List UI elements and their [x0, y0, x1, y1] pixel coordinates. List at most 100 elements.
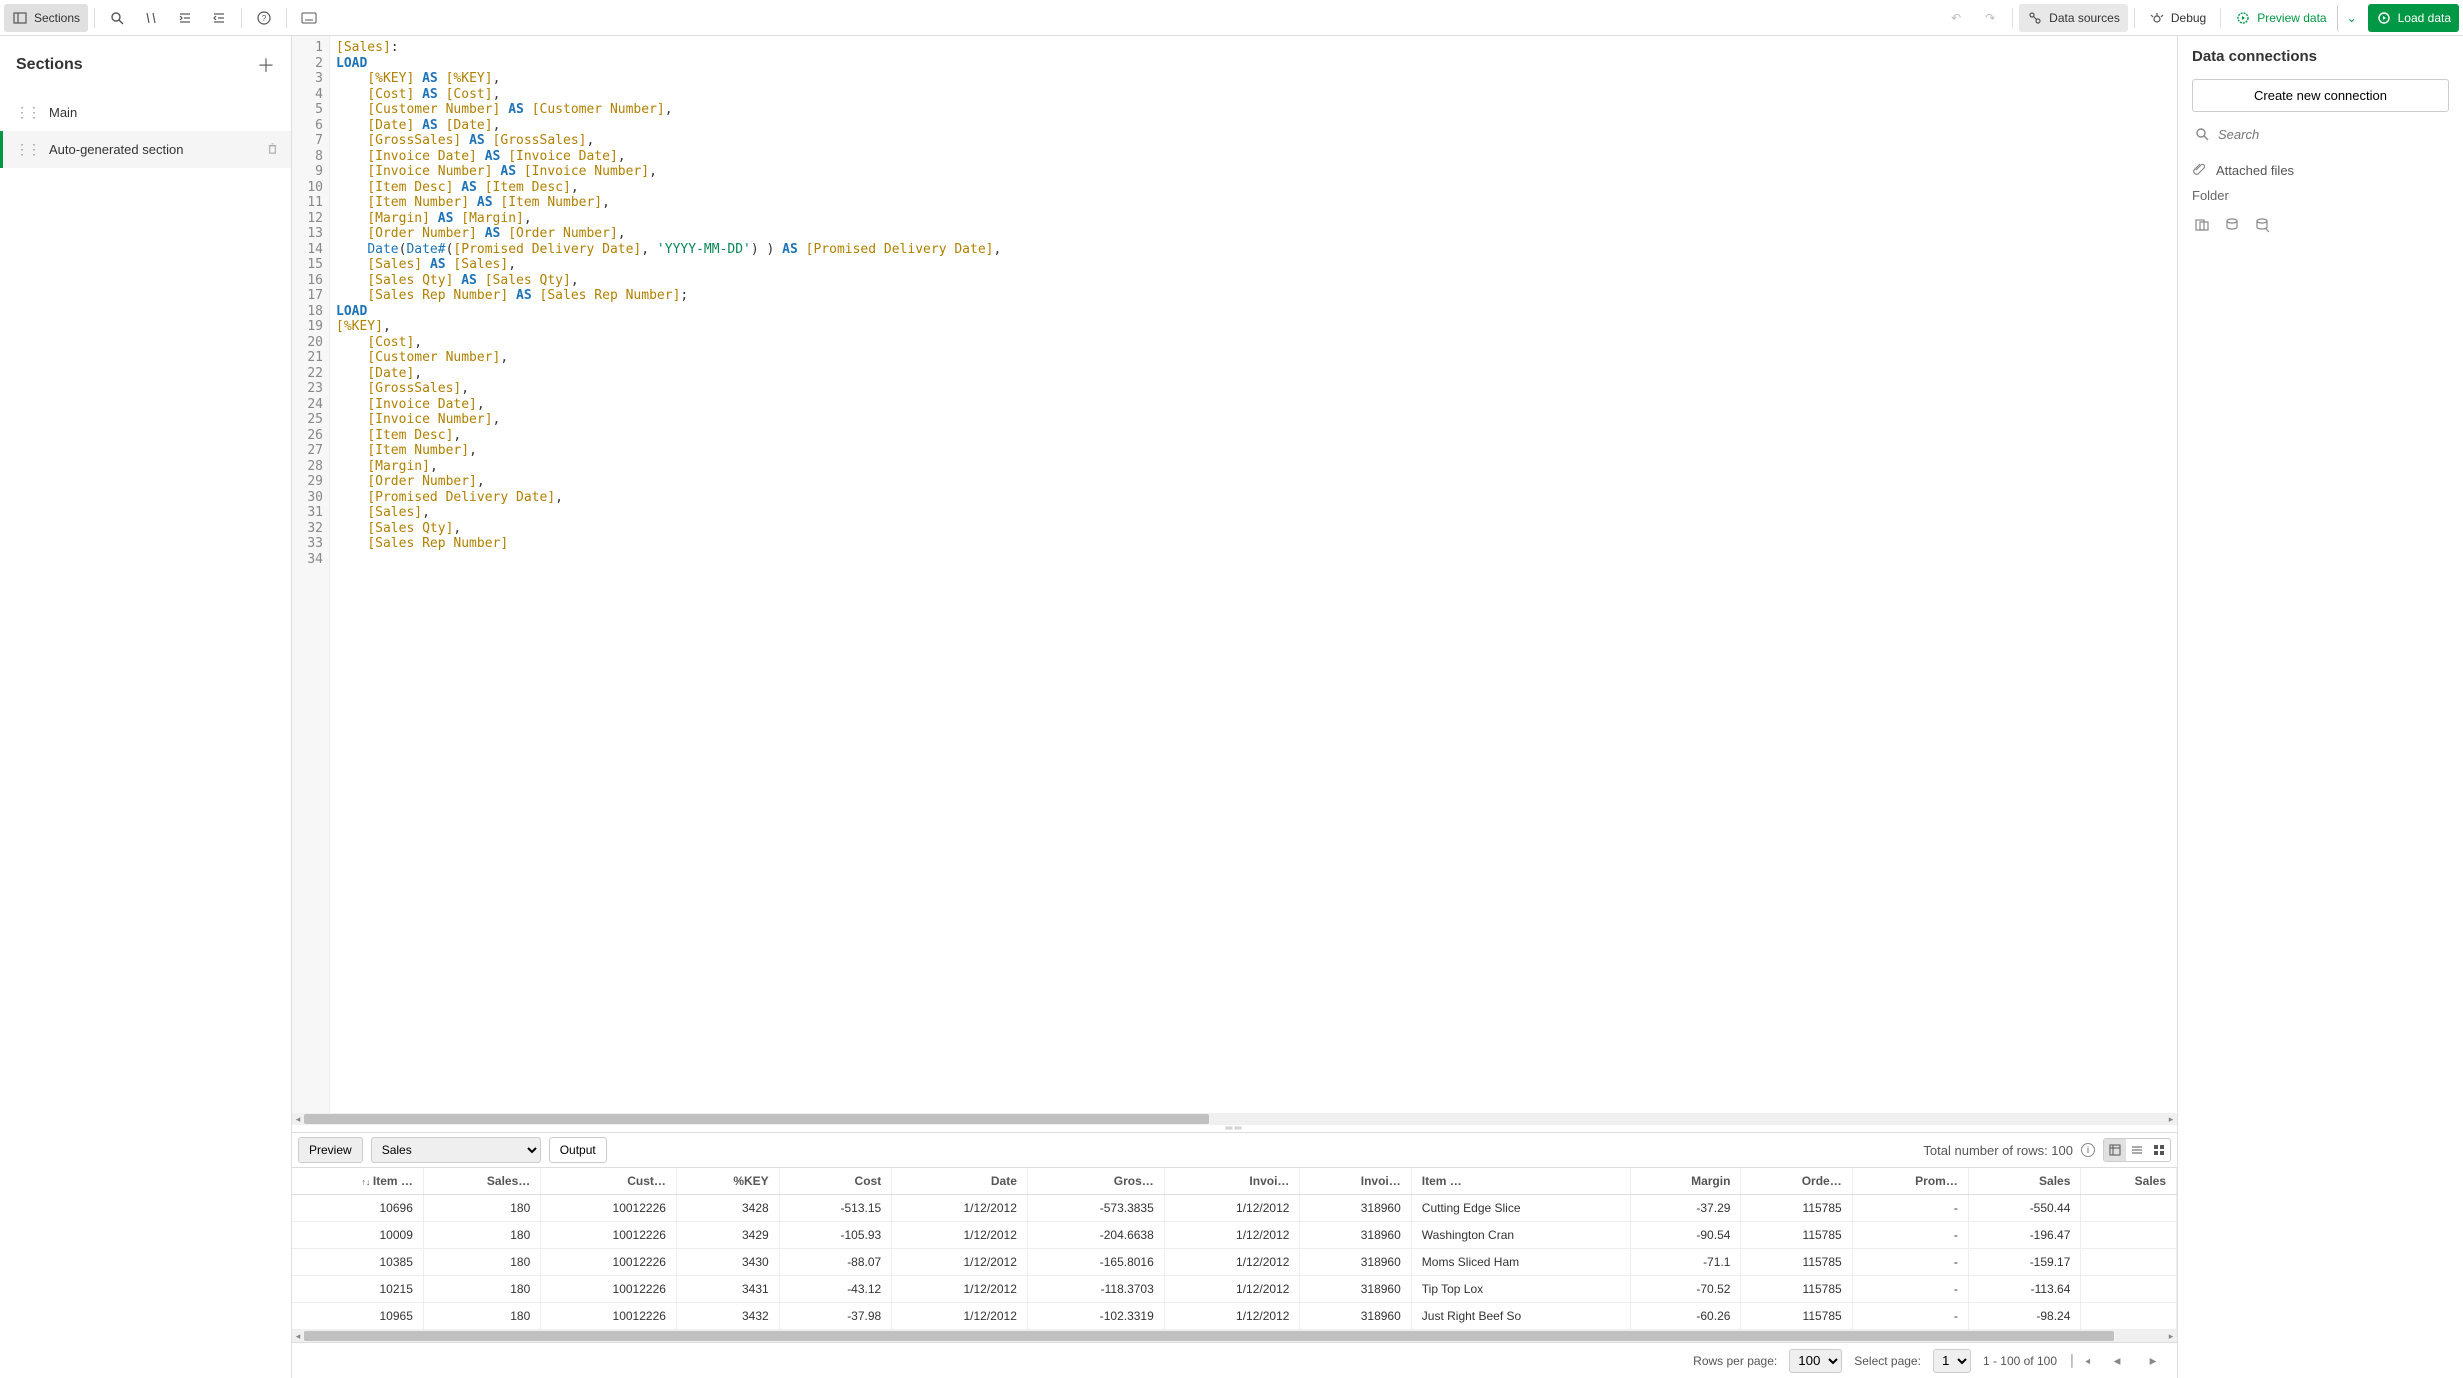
divider: [241, 8, 242, 28]
table-row[interactable]: 10215180100122263431-43.121/12/2012-118.…: [292, 1276, 2177, 1303]
redo-icon: ↷: [1982, 10, 1998, 26]
redo-button[interactable]: ↷: [1974, 4, 2006, 32]
edit-connection-icon[interactable]: [2254, 217, 2270, 233]
keyboard-button[interactable]: [293, 4, 325, 32]
page-range-label: 1 - 100 of 100: [1983, 1354, 2057, 1368]
help-icon: ?: [256, 10, 272, 26]
section-item-auto[interactable]: ⋮⋮ Auto-generated section: [0, 131, 291, 168]
load-data-button[interactable]: Load data: [2368, 4, 2459, 32]
select-data-icon[interactable]: [2194, 217, 2210, 233]
view-mode-toggle: [2103, 1138, 2171, 1162]
column-header[interactable]: Cust…: [541, 1168, 677, 1195]
undo-icon: ↶: [1948, 10, 1964, 26]
help-button[interactable]: ?: [248, 4, 280, 32]
sections-title: Sections: [16, 56, 83, 74]
column-header[interactable]: Orde…: [1741, 1168, 1852, 1195]
column-header[interactable]: %KEY: [676, 1168, 779, 1195]
resize-handle[interactable]: ══: [292, 1125, 2177, 1132]
table-row[interactable]: 10009180100122263429-105.931/12/2012-204…: [292, 1222, 2177, 1249]
column-header[interactable]: Invoi…: [1164, 1168, 1300, 1195]
bug-icon: [2149, 10, 2165, 26]
center-panel: 1234567891011121314151617181920212223242…: [292, 36, 2177, 1378]
comment-button[interactable]: [135, 4, 167, 32]
debug-label: Debug: [2171, 11, 2206, 25]
scrollbar-thumb[interactable]: [304, 1331, 2114, 1341]
preview-data-dropdown[interactable]: ⌄: [2337, 4, 2366, 32]
outdent-button[interactable]: [203, 4, 235, 32]
code-area[interactable]: [Sales]:LOAD [%KEY] AS [%KEY], [Cost] AS…: [330, 36, 2177, 1113]
table-scrollbar-h[interactable]: ◂ ▸: [292, 1330, 2177, 1342]
column-header[interactable]: Sales…: [423, 1168, 540, 1195]
column-header[interactable]: Margin: [1631, 1168, 1741, 1195]
delete-section-button[interactable]: [266, 142, 279, 158]
column-header[interactable]: Cost: [779, 1168, 892, 1195]
table-row[interactable]: 10965180100122263432-37.981/12/2012-102.…: [292, 1303, 2177, 1330]
divider: [2220, 8, 2221, 28]
scroll-right-icon[interactable]: ▸: [2165, 1113, 2177, 1125]
first-page-button[interactable]: ⎸◂: [2069, 1349, 2093, 1373]
search-icon: [2194, 126, 2210, 142]
divider: [2134, 8, 2135, 28]
section-label: Main: [49, 105, 77, 120]
top-toolbar: Sections ? ↶ ↷ Data sources Debug Previe…: [0, 0, 2463, 36]
next-page-button[interactable]: ▸: [2141, 1349, 2165, 1373]
outdent-icon: [211, 10, 227, 26]
column-header[interactable]: Gros…: [1027, 1168, 1164, 1195]
column-header[interactable]: Sales: [2081, 1168, 2177, 1195]
output-tab-button[interactable]: Output: [549, 1137, 607, 1163]
scroll-right-icon[interactable]: ▸: [2165, 1330, 2177, 1342]
sections-panel: Sections ＋ ⋮⋮ Main ⋮⋮ Auto-generated sec…: [0, 36, 292, 1378]
page-select[interactable]: 1: [1933, 1349, 1971, 1373]
info-icon[interactable]: i: [2081, 1143, 2095, 1157]
panel-left-icon: [12, 10, 28, 26]
sections-toggle-button[interactable]: Sections: [4, 4, 88, 32]
preview-tab-button[interactable]: Preview: [298, 1137, 363, 1163]
column-header[interactable]: ↑↓ Item …: [292, 1168, 423, 1195]
undo-button[interactable]: ↶: [1940, 4, 1972, 32]
load-data-label: Load data: [2398, 11, 2451, 25]
sections-toggle-label: Sections: [34, 11, 80, 25]
preview-bar: Preview Sales Output Total number of row…: [292, 1132, 2177, 1168]
drag-handle-icon[interactable]: ⋮⋮: [15, 141, 39, 158]
table-row[interactable]: 10385180100122263430-88.071/12/2012-165.…: [292, 1249, 2177, 1276]
drag-handle-icon[interactable]: ⋮⋮: [15, 104, 39, 121]
data-table: ↑↓ Item …Sales…Cust…%KEYCostDateGros…Inv…: [292, 1168, 2177, 1330]
connection-search-input[interactable]: [2218, 127, 2447, 142]
editor-scrollbar-h[interactable]: ◂ ▸: [292, 1113, 2177, 1125]
search-icon: [109, 10, 125, 26]
add-section-button[interactable]: ＋: [257, 52, 275, 78]
rows-per-page-select[interactable]: 100: [1789, 1349, 1842, 1373]
preview-data-label: Preview data: [2257, 11, 2326, 25]
grid-view-button[interactable]: [2148, 1139, 2170, 1161]
data-sources-label: Data sources: [2049, 11, 2120, 25]
column-header[interactable]: Sales: [1968, 1168, 2081, 1195]
code-editor[interactable]: 1234567891011121314151617181920212223242…: [292, 36, 2177, 1113]
search-button[interactable]: [101, 4, 133, 32]
rows-per-page-label: Rows per page:: [1693, 1354, 1777, 1368]
scroll-left-icon[interactable]: ◂: [292, 1113, 304, 1125]
create-connection-button[interactable]: Create new connection: [2192, 79, 2449, 112]
column-header[interactable]: Item …: [1411, 1168, 1631, 1195]
data-sources-button[interactable]: Data sources: [2019, 4, 2128, 32]
table-view-button[interactable]: [2104, 1139, 2126, 1161]
connections-panel: Data connections Create new connection A…: [2177, 36, 2463, 1378]
scrollbar-thumb[interactable]: [304, 1114, 1209, 1124]
preview-icon: [2235, 10, 2251, 26]
debug-button[interactable]: Debug: [2141, 4, 2214, 32]
table-row[interactable]: 10696180100122263428-513.151/12/2012-573…: [292, 1195, 2177, 1222]
insert-script-icon[interactable]: [2224, 217, 2240, 233]
list-view-button[interactable]: [2126, 1139, 2148, 1161]
table-selector[interactable]: Sales: [371, 1137, 541, 1163]
column-header[interactable]: Date: [892, 1168, 1028, 1195]
column-header[interactable]: Invoi…: [1300, 1168, 1411, 1195]
scroll-left-icon[interactable]: ◂: [292, 1330, 304, 1342]
column-header[interactable]: Prom…: [1852, 1168, 1968, 1195]
section-item-main[interactable]: ⋮⋮ Main: [0, 94, 291, 131]
section-label: Auto-generated section: [49, 142, 183, 157]
folder-label: Folder: [2192, 188, 2449, 203]
attachment-icon: [2192, 162, 2208, 178]
divider: [94, 8, 95, 28]
indent-button[interactable]: [169, 4, 201, 32]
preview-data-button[interactable]: Preview data: [2227, 4, 2334, 32]
prev-page-button[interactable]: ◂: [2105, 1349, 2129, 1373]
